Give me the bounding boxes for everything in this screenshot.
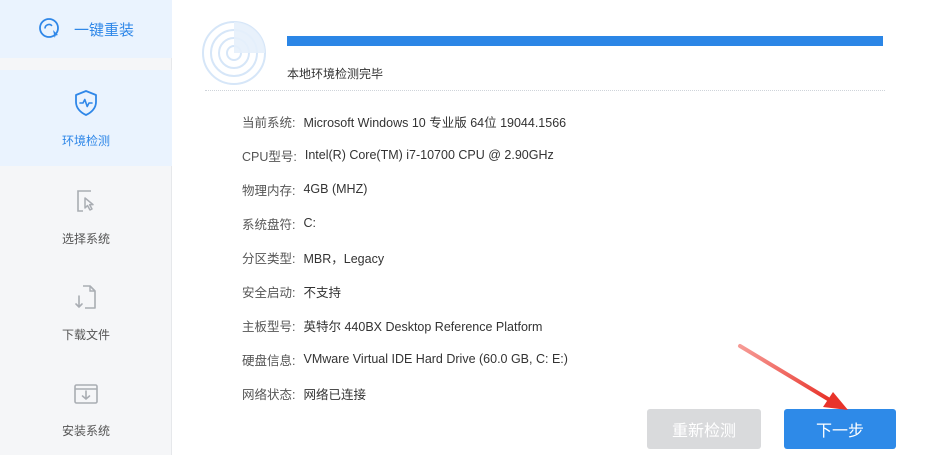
info-value: 不支持 xyxy=(303,285,341,300)
info-row-network: 网络状态: 网络已连接 xyxy=(242,376,882,410)
info-value: Microsoft Windows 10 专业版 64位 19044.1566 xyxy=(303,115,567,130)
main-panel: 本地环境检测完毕 当前系统: Microsoft Windows 10 专业版 … xyxy=(173,0,925,455)
sidebar-item-select-system[interactable]: 选择系统 xyxy=(0,168,172,264)
installer-window: 一键重装 环境检测 选择系统 下载文件 安装系统 本地环境检测完毕 当前系统: … xyxy=(0,0,925,455)
sidebar: 一键重装 环境检测 选择系统 下载文件 安装系统 xyxy=(0,0,172,455)
radar-scan-icon xyxy=(202,21,266,85)
next-step-button[interactable]: 下一步 xyxy=(784,409,896,449)
info-row-memory: 物理内存: 4GB (MHZ) xyxy=(242,172,882,206)
info-value: 英特尔 440BX Desktop Reference Platform xyxy=(303,319,543,334)
info-row-cpu: CPU型号: Intel(R) Core(TM) i7-10700 CPU @ … xyxy=(242,138,882,172)
info-value: MBR，Legacy xyxy=(303,251,385,266)
info-key: 安全启动: xyxy=(242,285,296,300)
progress-bar xyxy=(287,36,883,46)
select-cursor-icon xyxy=(77,189,94,212)
info-key: 分区类型: xyxy=(242,251,296,266)
info-key: 硬盘信息: xyxy=(242,353,296,368)
info-key: 网络状态: xyxy=(242,387,296,402)
sidebar-item-label: 下载文件 xyxy=(61,327,110,342)
info-row-partition-type: 分区类型: MBR，Legacy xyxy=(242,240,882,274)
reinstall-icon xyxy=(39,18,59,38)
info-value: Intel(R) Core(TM) i7-10700 CPU @ 2.90GHz xyxy=(304,148,554,162)
brand-label: 一键重装 xyxy=(74,21,135,39)
install-box-icon xyxy=(74,383,98,404)
system-info-list: 当前系统: Microsoft Windows 10 专业版 64位 19044… xyxy=(242,104,882,410)
info-key: 物理内存: xyxy=(242,183,296,198)
retest-button[interactable]: 重新检测 xyxy=(647,409,761,449)
sidebar-item-label: 环境检测 xyxy=(61,133,110,148)
info-row-secure-boot: 安全启动: 不支持 xyxy=(242,274,882,308)
sidebar-item-label: 安装系统 xyxy=(61,423,110,438)
sidebar-item-install-system[interactable]: 安装系统 xyxy=(0,360,172,455)
info-row-disk: 硬盘信息: VMware Virtual IDE Hard Drive (60.… xyxy=(242,342,882,376)
sidebar-item-download-files[interactable]: 下载文件 xyxy=(0,264,172,360)
divider xyxy=(205,90,885,91)
progress-fill xyxy=(287,36,883,46)
info-key: 主板型号: xyxy=(242,319,296,334)
info-value: VMware Virtual IDE Hard Drive (60.0 GB, … xyxy=(303,352,568,366)
sidebar-item-env-check[interactable]: 环境检测 xyxy=(0,70,172,166)
brand-header[interactable]: 一键重装 xyxy=(0,0,172,58)
info-row-current-system: 当前系统: Microsoft Windows 10 专业版 64位 19044… xyxy=(242,104,882,138)
info-value: 4GB (MHZ) xyxy=(303,182,368,196)
info-key: 当前系统: xyxy=(242,115,296,130)
info-key: CPU型号: xyxy=(242,149,297,164)
info-value: 网络已连接 xyxy=(303,387,366,402)
status-text: 本地环境检测完毕 xyxy=(287,67,384,81)
info-value: C: xyxy=(303,216,316,230)
info-row-motherboard: 主板型号: 英特尔 440BX Desktop Reference Platfo… xyxy=(242,308,882,342)
download-file-icon xyxy=(75,284,96,309)
info-row-system-drive: 系统盘符: C: xyxy=(242,206,882,240)
shield-heartbeat-icon xyxy=(75,89,97,116)
info-key: 系统盘符: xyxy=(242,217,296,232)
sidebar-item-label: 选择系统 xyxy=(61,231,110,246)
